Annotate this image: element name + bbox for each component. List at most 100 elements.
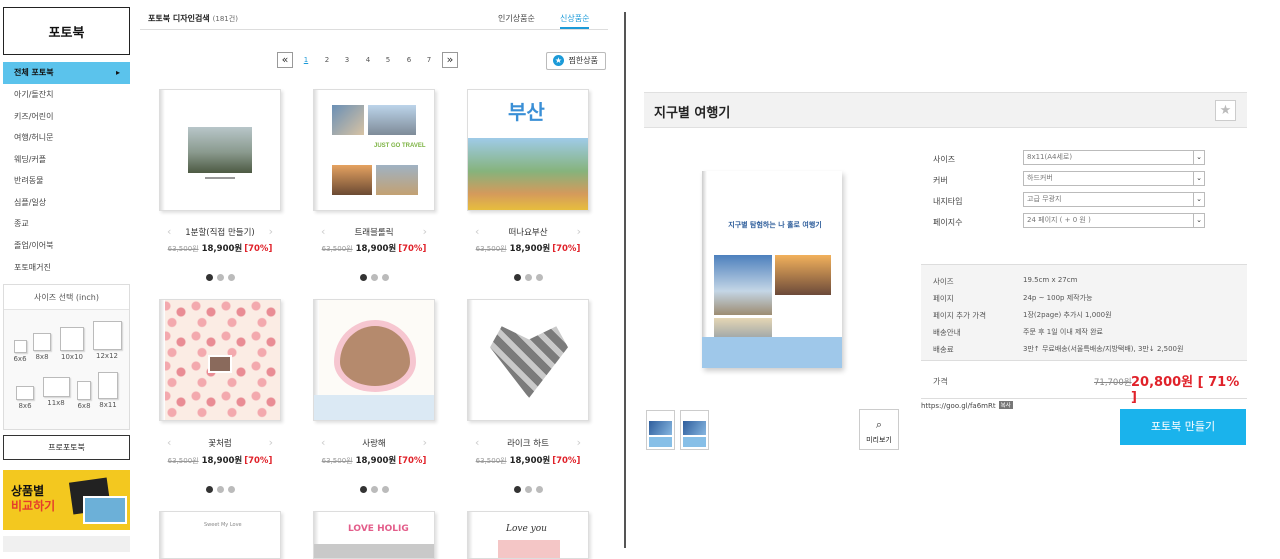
prev-arrow-icon[interactable]: ‹ (475, 225, 479, 238)
original-price: 71,700원 (1094, 378, 1132, 388)
product-cover-7[interactable]: Sweet My Love (159, 511, 281, 559)
product-cover-9[interactable]: Love you (467, 511, 589, 559)
compare-products-banner[interactable]: 상품별 비교하기 (3, 470, 130, 530)
next-arrow-icon[interactable]: › (423, 225, 427, 238)
category-magazine[interactable]: 포토매거진 (3, 257, 130, 279)
product-price: 63,500원 18,900원 [70%] (321, 456, 427, 466)
product-cover-3[interactable]: 부산 (467, 89, 589, 211)
make-photobook-button[interactable]: 포토북 만들기 (1120, 409, 1246, 445)
product-cover-2[interactable]: JUST GO TRAVEL (313, 89, 435, 211)
next-arrow-icon[interactable]: › (423, 436, 427, 449)
page-7[interactable]: 7 (421, 52, 437, 68)
spec-key: 페이지 추가 가격 (933, 311, 987, 320)
next-arrow-icon[interactable]: › (577, 225, 581, 238)
result-count: (181건) (212, 15, 238, 23)
page-count-select[interactable]: 24 페이지 ( + 0 원 ) ⌄ (1023, 213, 1205, 228)
size-10x10[interactable]: 10x10 (57, 327, 87, 361)
product-name[interactable]: 라이크 하트 (507, 439, 549, 449)
spec-value: 24p ~ 100p 제작가능 (1023, 294, 1093, 302)
category-graduation[interactable]: 졸업/이어북 (3, 235, 130, 257)
sort-newest[interactable]: 신상품순 (560, 13, 590, 29)
copy-url-button[interactable]: 복사 (998, 401, 1013, 409)
page-6[interactable]: 6 (401, 52, 417, 68)
carousel-dots[interactable] (313, 266, 435, 285)
page-1[interactable]: 1 (298, 52, 314, 68)
option-label: 내지타입 (933, 197, 963, 206)
carousel-dots[interactable] (467, 478, 589, 497)
prev-arrow-icon[interactable]: ‹ (475, 436, 479, 449)
cover-title: 지구별 탐험하는 나 홀로 여행기 (728, 221, 822, 229)
compare-banner-line1: 상품별 (11, 484, 45, 498)
size-6x6[interactable]: 6x6 (12, 340, 28, 363)
next-arrow-icon[interactable]: › (577, 436, 581, 449)
preview-button[interactable]: ⌕ 미리보기 (859, 409, 899, 450)
category-religion[interactable]: 종교 (3, 213, 130, 235)
prev-arrow-icon[interactable]: ‹ (321, 436, 325, 449)
category-pets[interactable]: 반려동물 (3, 170, 130, 192)
cover-photo (188, 127, 252, 173)
cover-select[interactable]: 하드커버 ⌄ (1023, 171, 1205, 186)
product-price: 63,500원 18,900원 [70%] (321, 244, 427, 254)
pro-photobook-link[interactable]: 프로포토북 (3, 435, 130, 460)
sidebar: 포토북 전체 포토북 아기/돌잔치 키즈/어린이 여행/허니문 웨딩/커플 반려… (3, 7, 130, 559)
carousel-dots[interactable] (467, 266, 589, 285)
category-simple[interactable]: 심플/일상 (3, 192, 130, 214)
category-all[interactable]: 전체 포토북 (3, 62, 130, 84)
cover-text: Love you (506, 524, 547, 534)
paper-type-select[interactable]: 고급 무광지 ⌄ (1023, 192, 1205, 207)
next-arrow-icon[interactable]: › (269, 436, 273, 449)
thumbnail-1[interactable] (646, 410, 675, 450)
spec-value: 19.5cm x 27cm (1023, 276, 1078, 284)
product-price: 63,500원 18,900원 [70%] (167, 244, 273, 254)
prev-arrow-icon[interactable]: ‹ (167, 436, 171, 449)
product-cover-6[interactable] (467, 299, 589, 421)
size-select[interactable]: 8x11(A4세로) ⌄ (1023, 150, 1205, 165)
prev-arrow-icon[interactable]: ‹ (167, 225, 171, 238)
favorite-star-icon[interactable]: ★ (1215, 100, 1236, 121)
carousel-dots[interactable] (159, 478, 281, 497)
pager-prev-button[interactable]: « (277, 52, 293, 68)
spec-value: 3만↑ 무료배송(서울특배송/지방택배), 3만↓ 2,500원 (1023, 345, 1184, 353)
size-selector: 사이즈 선택 (inch) 6x6 8x8 10x10 12x12 8x6 11… (3, 284, 130, 430)
brand-title[interactable]: 포토북 (3, 7, 130, 55)
category-kids[interactable]: 키즈/어린이 (3, 106, 130, 128)
category-travel[interactable]: 여행/허니문 (3, 127, 130, 149)
cover-text: 부산 (508, 100, 545, 124)
thumbnail-2[interactable] (680, 410, 709, 450)
wishlist-button[interactable]: ★ 찜한상품 (546, 52, 606, 70)
product-name[interactable]: 사랑해 (362, 439, 385, 449)
product-name[interactable]: 꽃처럼 (208, 439, 231, 449)
chevron-down-icon: ⌄ (1193, 172, 1204, 185)
product-name[interactable]: 트래블롤릭 (354, 228, 393, 238)
sidebar-footer-band (3, 536, 130, 552)
product-cover-8[interactable]: LOVE HOLIG (313, 511, 435, 559)
product-cover-1[interactable] (159, 89, 281, 211)
sort-popular[interactable]: 인기상품순 (498, 13, 535, 24)
product-cover-5[interactable] (313, 299, 435, 421)
product-price: 63,500원 18,900원 [70%] (475, 456, 581, 466)
page-5[interactable]: 5 (380, 52, 396, 68)
product-name[interactable]: 1분할(직접 만들기) (185, 228, 254, 238)
detail-header: 지구별 여행기 ★ (644, 92, 1247, 128)
page-4[interactable]: 4 (360, 52, 376, 68)
spec-key: 배송안내 (933, 328, 961, 337)
size-8x8[interactable]: 8x8 (32, 333, 52, 361)
option-label: 커버 (933, 176, 948, 185)
next-arrow-icon[interactable]: › (269, 225, 273, 238)
page-2[interactable]: 2 (319, 52, 335, 68)
size-8x6[interactable]: 8x6 (15, 386, 35, 410)
list-title: 포토북 디자인검색 (148, 14, 210, 23)
product-name[interactable]: 떠나요부산 (508, 228, 547, 238)
carousel-dots[interactable] (313, 478, 435, 497)
page-3[interactable]: 3 (339, 52, 355, 68)
prev-arrow-icon[interactable]: ‹ (321, 225, 325, 238)
category-wedding[interactable]: 웨딩/커플 (3, 149, 130, 171)
size-11x8[interactable]: 11x8 (41, 377, 71, 407)
product-cover-4[interactable] (159, 299, 281, 421)
pager-next-button[interactable]: » (442, 52, 458, 68)
size-8x11[interactable]: 8x11 (96, 372, 120, 409)
size-6x8[interactable]: 6x8 (75, 381, 93, 410)
category-baby[interactable]: 아기/돌잔치 (3, 84, 130, 106)
carousel-dots[interactable] (159, 266, 281, 285)
size-12x12[interactable]: 12x12 (92, 321, 122, 360)
